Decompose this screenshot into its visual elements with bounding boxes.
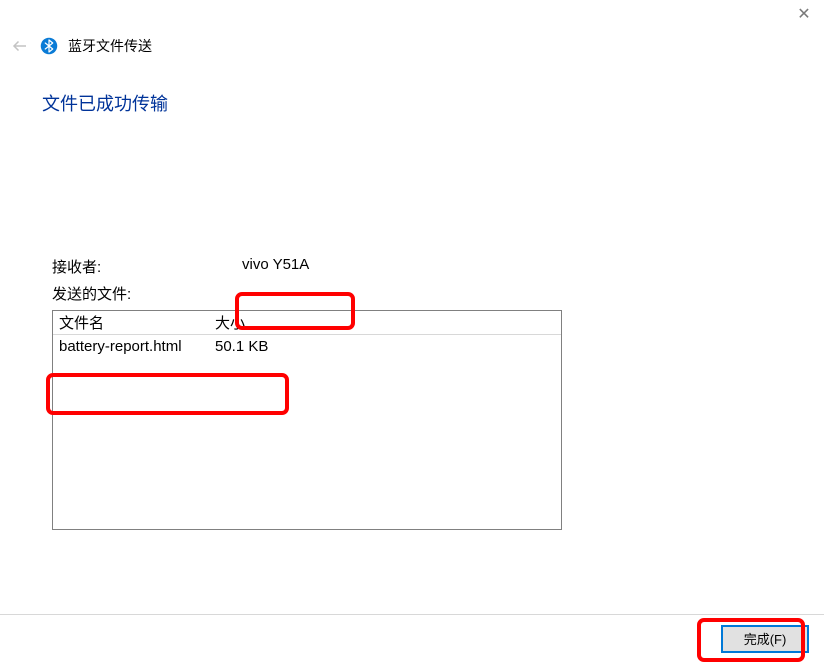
file-size: 50.1 KB: [213, 338, 333, 355]
recipient-row: 接收者: vivo Y51A: [52, 256, 794, 277]
file-list[interactable]: 文件名 大小 battery-report.html 50.1 KB: [52, 310, 562, 530]
sent-files-label: 发送的文件:: [52, 283, 242, 304]
close-icon[interactable]: ✕: [794, 4, 814, 24]
close-glyph: ✕: [797, 4, 810, 24]
recipient-value: vivo Y51A: [242, 256, 309, 273]
wizard-title: 蓝牙文件传送: [68, 36, 152, 56]
bluetooth-icon: [40, 37, 58, 55]
file-list-header: 文件名 大小: [53, 311, 561, 335]
col-header-size: 大小: [213, 312, 333, 333]
col-header-name: 文件名: [53, 312, 213, 333]
back-arrow-icon: [10, 36, 30, 56]
recipient-label: 接收者:: [52, 256, 242, 277]
list-item[interactable]: battery-report.html 50.1 KB: [53, 335, 561, 357]
sent-files-row: 发送的文件:: [52, 283, 794, 304]
page-heading: 文件已成功传输: [42, 90, 794, 116]
file-name: battery-report.html: [53, 338, 213, 355]
footer-bar: 完成(F): [0, 614, 824, 662]
wizard-header: 蓝牙文件传送: [10, 36, 152, 56]
finish-button[interactable]: 完成(F): [722, 626, 808, 652]
